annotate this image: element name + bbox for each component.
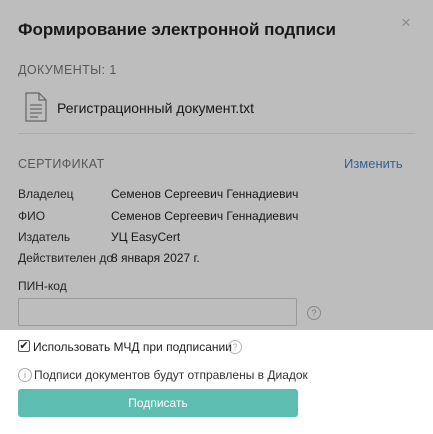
mchd-checkbox[interactable]: ✔	[18, 340, 30, 352]
info-text: Подписи документов будут отправлены в Ди…	[34, 368, 308, 382]
mchd-checkbox-label[interactable]: Использовать МЧД при подписании	[33, 340, 232, 354]
signature-dialog: Формирование электронной подписи × ДОКУМ…	[0, 0, 433, 434]
modal-overlay	[0, 0, 433, 330]
info-icon: i	[18, 368, 32, 382]
sign-button[interactable]: Подписать	[18, 389, 298, 417]
mchd-help-icon[interactable]: ?	[228, 340, 242, 354]
